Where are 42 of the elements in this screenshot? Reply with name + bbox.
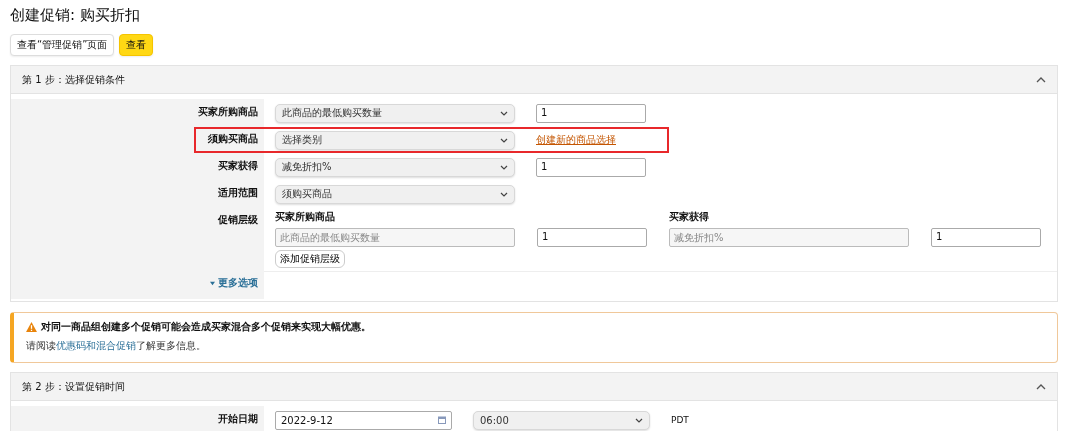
chevron-down-icon bbox=[500, 191, 508, 197]
field-label: 买家所购商品 bbox=[11, 99, 264, 126]
timezone-label: PDT bbox=[671, 415, 689, 425]
more-options-link[interactable]: 更多选项 bbox=[210, 276, 258, 290]
page-title: 创建促销: 购买折扣 bbox=[10, 6, 141, 25]
section-header[interactable]: 第 1 步：选择促销条件 bbox=[11, 66, 1057, 94]
add-tier-button[interactable]: 添加促销层级 bbox=[275, 250, 345, 268]
create-selection-link[interactable]: 创建新的商品选择 bbox=[536, 133, 616, 147]
section-title: 第 1 步：选择促销条件 bbox=[22, 72, 125, 87]
input-field[interactable]: 1 bbox=[931, 228, 1041, 247]
column-heading: 买家所购商品 bbox=[275, 210, 336, 224]
chevron-down-icon bbox=[500, 137, 508, 143]
field-label: 适用范围 bbox=[11, 180, 264, 207]
view-button[interactable]: 查看 bbox=[119, 34, 154, 56]
manage-promotions-button[interactable]: 查看“管理促销”页面 bbox=[10, 34, 115, 56]
triangle-icon bbox=[210, 280, 215, 286]
section-title: 第 2 步：设置促销时间 bbox=[22, 379, 125, 394]
field-label: 须购买商品 bbox=[11, 126, 264, 153]
calendar-icon bbox=[438, 416, 446, 424]
caret-icon[interactable] bbox=[1036, 383, 1046, 390]
input-field[interactable]: 1 bbox=[536, 103, 646, 123]
dropdown[interactable]: 选择类别 bbox=[275, 130, 515, 150]
chevron-down-icon bbox=[635, 417, 643, 423]
date-field[interactable]: 2022-9-12 bbox=[275, 410, 452, 430]
time-dropdown[interactable]: 06:00 bbox=[473, 410, 650, 430]
section-header[interactable]: 第 2 步：设置促销时间 bbox=[11, 373, 1057, 401]
dropdown[interactable]: 须购买商品 bbox=[275, 184, 515, 204]
field-label: 买家获得 bbox=[11, 153, 264, 180]
promo-code-link[interactable]: 优惠码和混合促销 bbox=[56, 340, 136, 351]
column-heading: 买家获得 bbox=[669, 210, 710, 224]
alert-text: 请阅读优惠码和混合促销了解更多信息。 bbox=[26, 339, 207, 353]
warning-icon bbox=[26, 322, 37, 332]
input-field[interactable]: 1 bbox=[537, 228, 647, 247]
caret-icon[interactable] bbox=[1036, 76, 1046, 83]
chevron-down-icon bbox=[500, 110, 508, 116]
chevron-down-icon bbox=[500, 164, 508, 170]
dropdown[interactable]: 此商品的最低购买数量 bbox=[275, 103, 515, 123]
input-field[interactable]: 1 bbox=[536, 157, 646, 177]
dropdown[interactable]: 减免折扣% bbox=[275, 157, 515, 177]
field-label: 开始日期 bbox=[11, 406, 264, 431]
field-label: 促销层级 bbox=[11, 207, 264, 271]
alert-title: 对同一商品组创建多个促销可能会造成买家混合多个促销来实现大幅优惠。 bbox=[41, 320, 371, 334]
